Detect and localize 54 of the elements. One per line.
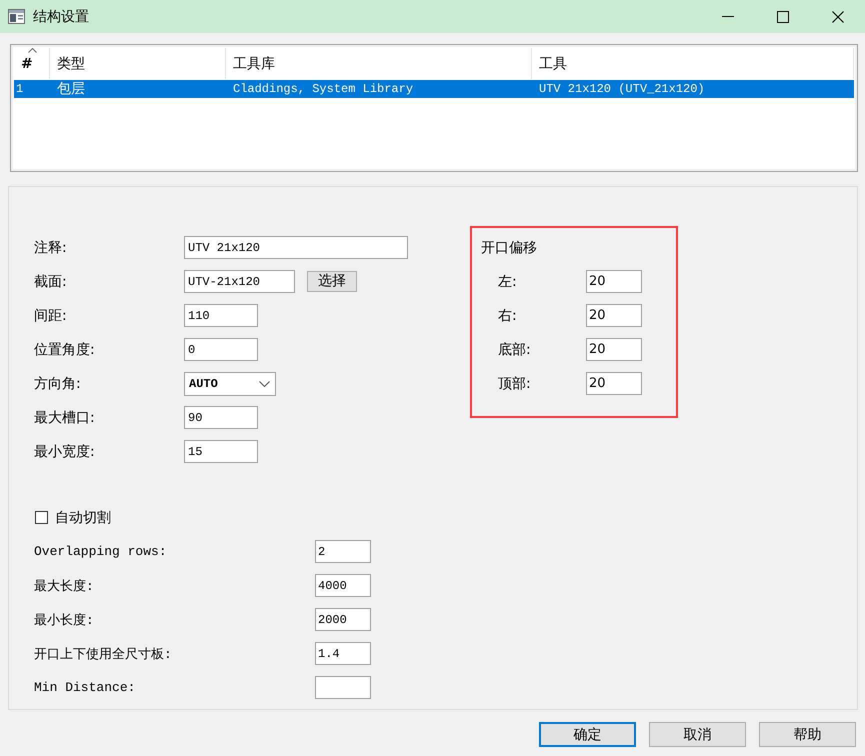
field-label: 顶部: [497,374,532,392]
field-label: 注释: [34,238,68,256]
table-cell-text: 包层 [56,80,86,98]
window-title: 结构设置 [33,8,89,26]
checkbox-label: 自动切割 [55,508,111,526]
close-icon [832,10,844,22]
table-row[interactable]: 1 包层 Claddings, System Library UTV 21x120 (UTV_21x120) [14,80,854,98]
column-header[interactable]: 工具库 [226,48,532,79]
input-field[interactable]: 4000 [315,574,371,597]
field-label: 左: [497,272,518,290]
input-field[interactable]: UTV-21x120 [184,270,295,293]
input-field[interactable]: UTV 21x120 [184,236,408,259]
input-field[interactable]: 20 [586,304,642,327]
window-icon [8,9,25,24]
column-header[interactable]: 类型 [50,48,226,79]
input-field[interactable]: 15 [184,440,258,463]
input-field[interactable]: 110 [184,304,258,327]
input-field[interactable]: 20 [586,270,642,293]
dropdown[interactable]: AUTO [184,372,276,396]
maximize-icon [776,10,788,22]
field-label: 最大槽口: [34,408,96,426]
input-field[interactable]: 90 [184,406,258,429]
field-label: 方向角: [34,374,82,392]
field-label: 最小长度: [34,612,95,628]
input-field[interactable]: 1.4 [315,642,371,665]
input-field[interactable]: 20 [586,372,642,395]
dialog-button[interactable]: 取消 [649,722,746,747]
select-button[interactable]: 选择 [307,271,357,292]
chevron-down-icon [259,380,270,386]
field-label: 间距: [34,306,68,324]
dialog-button[interactable]: 确定 [539,722,636,747]
input-field[interactable] [315,676,371,699]
input-field[interactable]: 2 [315,540,371,563]
field-label: Overlapping rows: [34,544,168,559]
input-field[interactable]: 2000 [315,608,371,631]
field-label: 最小宽度: [34,442,96,460]
minimize-icon [722,16,734,17]
input-field[interactable]: 20 [586,338,642,361]
group-title: 开口偏移 [481,239,538,257]
table-cell-text: UTV 21x120 (UTV_21x120) [538,81,706,98]
field-label: 最大长度: [34,578,95,594]
checkbox[interactable] [35,511,48,524]
field-label: Min Distance: [34,680,136,695]
column-header[interactable]: 工具 [532,48,854,79]
dialog-button[interactable]: 帮助 [759,722,856,747]
input-field[interactable]: 0 [184,338,258,361]
table-cell-text: 1 [15,81,24,98]
table-cell-text: Claddings, System Library [232,81,414,98]
field-label: 位置角度: [34,340,96,358]
field-label: 右: [497,306,518,324]
field-label: 截面: [34,272,68,290]
field-label: 底部: [497,340,532,358]
field-label: 开口上下使用全尺寸板: [34,646,173,662]
column-header[interactable]: # [14,48,50,79]
